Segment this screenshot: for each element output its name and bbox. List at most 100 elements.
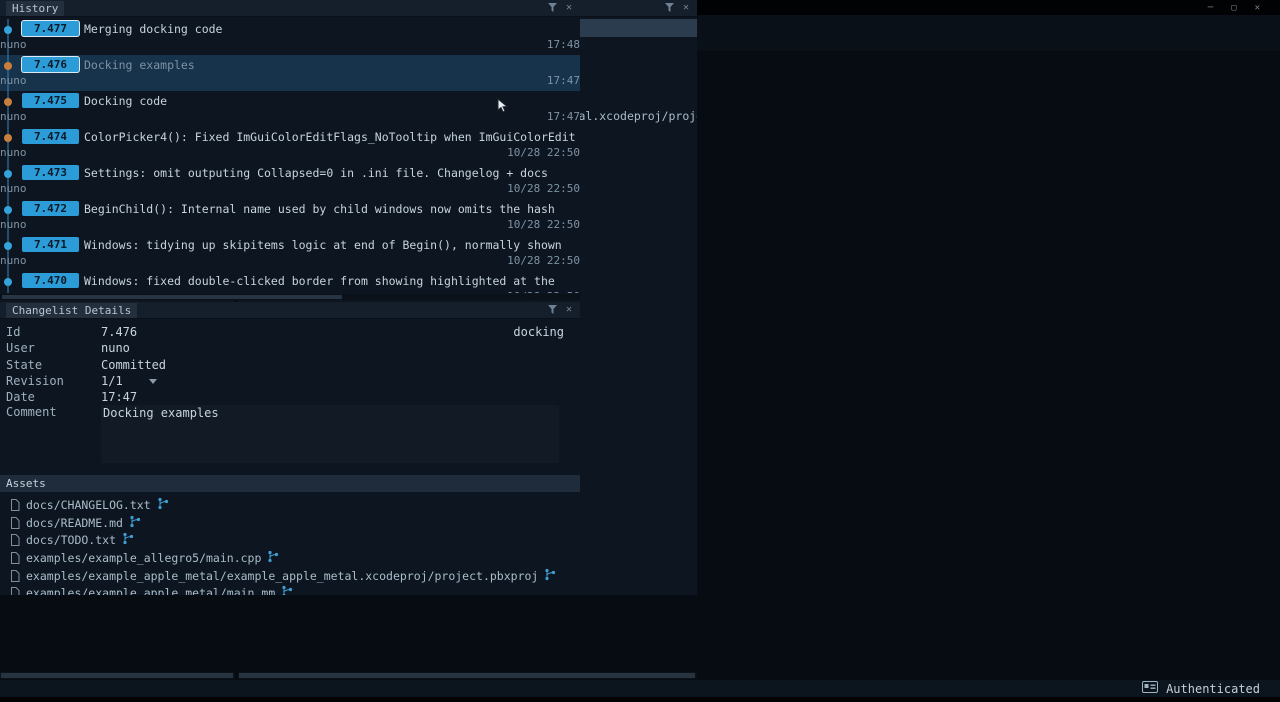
changeset-badge: 7.471 xyxy=(22,237,79,252)
details-panel-title: Changelist Details xyxy=(6,303,137,318)
asset-file-row[interactable]: examples/example_apple_metal/example_app… xyxy=(0,567,580,585)
status-text: Authenticated xyxy=(1166,682,1260,696)
field-comment: Comment Docking examples xyxy=(6,405,572,463)
assets-section-header[interactable]: Assets xyxy=(0,475,580,492)
field-date: Date 17:47 xyxy=(6,389,572,405)
asset-file-path: docs/TODO.txt xyxy=(26,533,116,547)
field-date-value: 17:47 xyxy=(101,390,137,404)
commit-dot-icon xyxy=(4,206,12,214)
details-panel-header: Changelist Details ✕ xyxy=(0,302,580,319)
assets-list: docs/CHANGELOG.txt docs/README.md docs/T… xyxy=(0,496,580,595)
close-icon[interactable]: ✕ xyxy=(683,3,689,13)
history-entry[interactable]: 7.477 Merging docking code nuno 17:48 xyxy=(0,19,580,55)
changeset-badge: 7.477 xyxy=(22,21,79,36)
commit-time: 10/28 22:50 xyxy=(507,181,580,197)
history-entry[interactable]: 7.474 ColorPicker4(): Fixed ImGuiColorEd… xyxy=(0,127,580,163)
commit-dot-icon xyxy=(4,62,12,70)
commit-dot-icon xyxy=(4,278,12,286)
history-entry[interactable]: 7.473 Settings: omit outputing Collapsed… xyxy=(0,163,580,199)
history-panel: History ✕ 7.477 Merging docking code xyxy=(0,0,580,300)
changes-horizontal-scrollbar[interactable] xyxy=(238,672,697,679)
file-icon xyxy=(10,517,20,529)
history-list: 7.477 Merging docking code nuno 17:48 7.… xyxy=(0,19,580,293)
commit-author: nuno xyxy=(0,73,27,89)
history-entry[interactable]: 7.476 Docking examples nuno 17:47 xyxy=(0,55,580,91)
branch-name: docking xyxy=(513,325,572,339)
minimize-button[interactable]: ─ xyxy=(1208,3,1213,13)
assets-title: Assets xyxy=(6,477,46,490)
asset-file-row[interactable]: docs/README.md xyxy=(0,514,580,532)
commit-author: nuno xyxy=(0,289,27,293)
changeset-badge: 7.474 xyxy=(22,129,79,144)
commit-time: 17:48 xyxy=(547,37,580,53)
history-entry[interactable]: 7.475 Docking code nuno 17:47 xyxy=(0,91,580,127)
chevron-down-icon xyxy=(149,379,157,384)
field-comment-label: Comment xyxy=(6,405,101,419)
maximize-button[interactable]: ▢ xyxy=(1231,3,1236,13)
file-icon xyxy=(10,499,20,511)
close-button[interactable]: ✕ xyxy=(1255,3,1260,13)
status-bar: Authenticated xyxy=(0,680,1280,697)
asset-file-row[interactable]: docs/TODO.txt xyxy=(0,531,580,549)
history-entry[interactable]: 7.472 BeginChild(): Internal name used b… xyxy=(0,199,580,235)
right-column: History ✕ 7.477 Merging docking code xyxy=(0,0,580,595)
field-revision-value: 1/1 xyxy=(101,374,123,388)
asset-file-path: examples/example_apple_metal/example_app… xyxy=(26,569,538,583)
field-state-value: Committed xyxy=(101,358,166,372)
bottom-strip xyxy=(0,697,1280,702)
asset-file-row[interactable]: docs/CHANGELOG.txt xyxy=(0,496,580,514)
commit-comment: BeginChild(): Internal name used by chil… xyxy=(84,202,555,216)
file-icon xyxy=(10,534,20,546)
field-date-label: Date xyxy=(6,390,101,404)
details-fields: Id 7.476 docking User nuno State Committ… xyxy=(6,324,572,463)
commit-author: nuno xyxy=(0,253,27,269)
commit-author: nuno xyxy=(0,37,27,53)
commit-comment: Windows: fixed double-clicked border fro… xyxy=(84,274,555,288)
revision-dropdown[interactable]: 1/1 xyxy=(101,374,157,388)
commit-comment: Settings: omit outputing Collapsed=0 in … xyxy=(84,166,548,180)
comment-box[interactable]: Docking examples xyxy=(101,405,559,463)
branch-icon xyxy=(281,585,293,595)
filter-icon[interactable] xyxy=(665,1,674,15)
commit-author: nuno xyxy=(0,181,27,197)
files-horizontal-scrollbar[interactable] xyxy=(0,672,235,679)
history-entry[interactable]: 7.470 Windows: fixed double-clicked bord… xyxy=(0,271,580,293)
asset-file-path: examples/example_apple_metal/main.mm xyxy=(26,586,275,595)
commit-author: nuno xyxy=(0,145,27,161)
history-horizontal-scrollbar[interactable] xyxy=(0,294,580,300)
field-user-label: User xyxy=(6,341,101,355)
field-revision-label: Revision xyxy=(6,374,101,388)
file-icon xyxy=(10,587,20,595)
field-id: Id 7.476 docking xyxy=(6,324,572,340)
branch-icon xyxy=(544,568,556,584)
commit-comment: Docking code xyxy=(84,94,167,108)
commit-time: 10/28 22:50 xyxy=(507,253,580,269)
field-id-label: Id xyxy=(6,325,101,339)
file-icon xyxy=(10,570,20,582)
changeset-badge: 7.475 xyxy=(22,93,79,108)
history-panel-header: History ✕ xyxy=(0,0,580,17)
close-icon[interactable]: ✕ xyxy=(566,3,572,13)
commit-comment: Docking examples xyxy=(84,58,195,72)
history-entry[interactable]: 7.471 Windows: tidying up skipitems logi… xyxy=(0,235,580,271)
filter-icon[interactable] xyxy=(548,1,557,15)
asset-file-path: docs/README.md xyxy=(26,516,123,530)
app-window: Ark - nuno@ark-vcs.com:Omega:dev [1477] … xyxy=(0,0,1280,702)
commit-comment: Merging docking code xyxy=(84,22,222,36)
commit-dot-icon xyxy=(4,26,12,34)
asset-file-path: examples/example_allegro5/main.cpp xyxy=(26,551,261,565)
changeset-badge: 7.473 xyxy=(22,165,79,180)
asset-file-row[interactable]: examples/example_apple_metal/main.mm xyxy=(0,584,580,595)
asset-file-row[interactable]: examples/example_allegro5/main.cpp xyxy=(0,549,580,567)
changeset-badge: 7.476 xyxy=(22,57,79,72)
field-id-value: 7.476 xyxy=(101,325,137,339)
commit-comment: Windows: tidying up skipitems logic at e… xyxy=(84,238,562,252)
close-icon[interactable]: ✕ xyxy=(566,305,572,315)
commit-dot-icon xyxy=(4,170,12,178)
filter-icon[interactable] xyxy=(548,303,557,317)
field-user: User nuno xyxy=(6,340,572,356)
commit-author: nuno xyxy=(0,109,27,125)
asset-file-path: docs/CHANGELOG.txt xyxy=(26,498,151,512)
commit-time: 17:47 xyxy=(547,73,580,89)
field-user-value: nuno xyxy=(101,341,130,355)
